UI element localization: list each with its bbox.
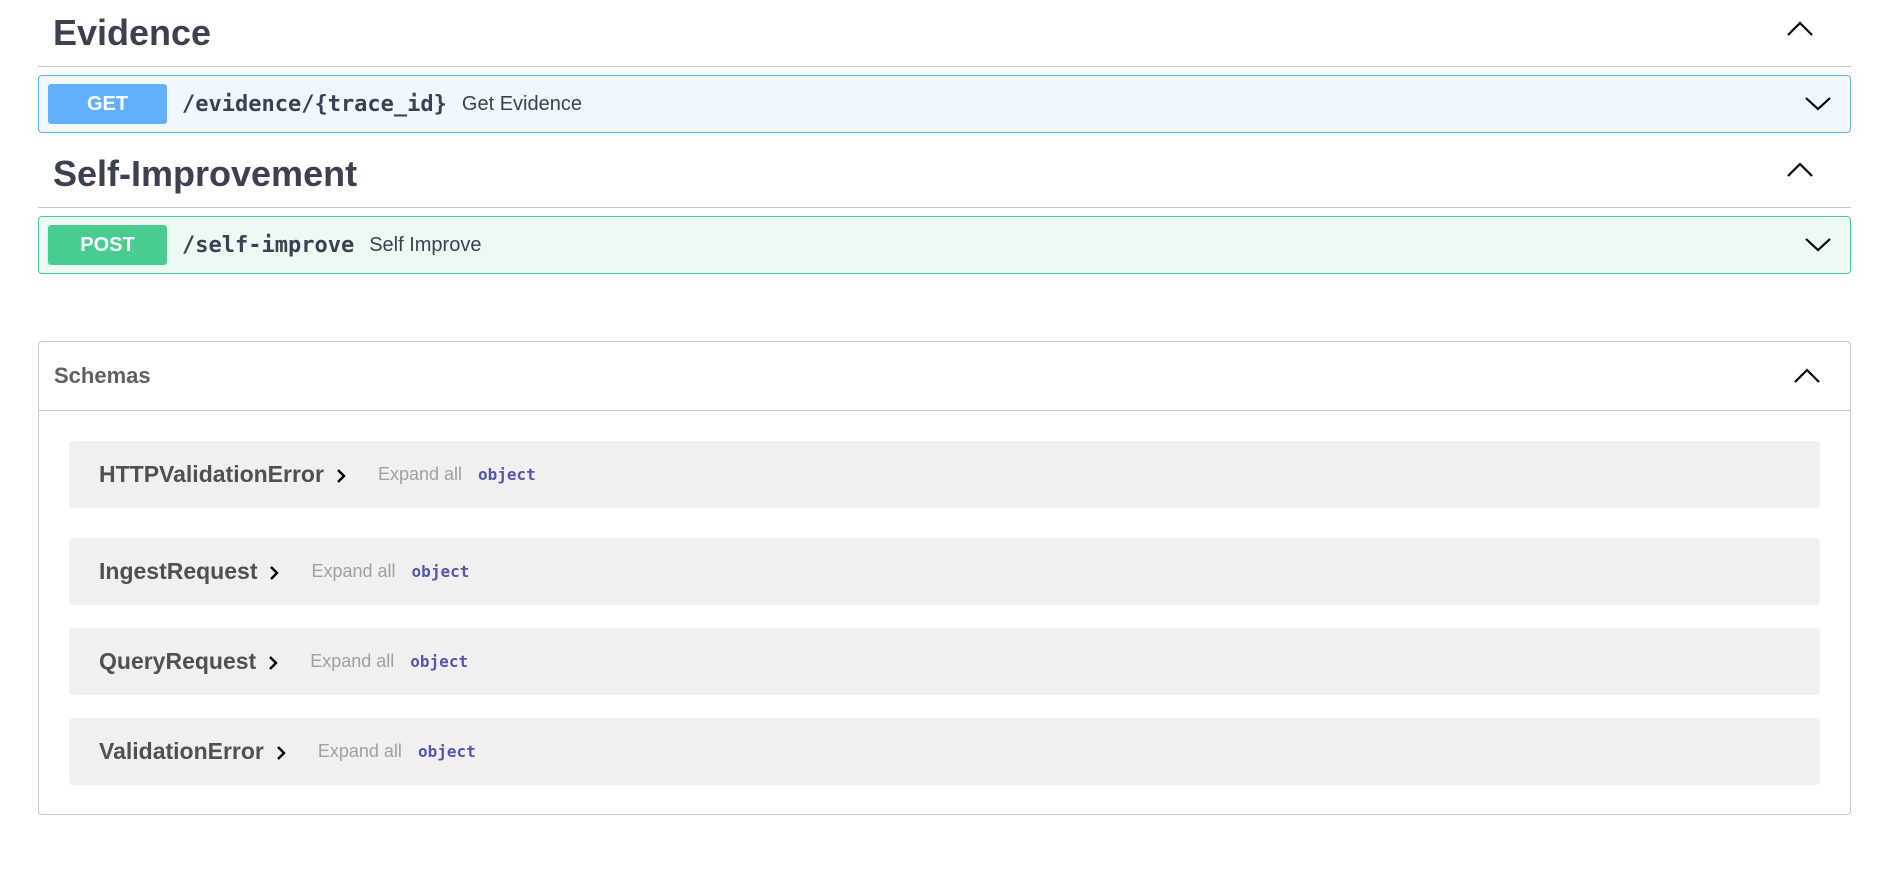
model-type: object [478,465,536,484]
chevron-right-icon[interactable] [274,744,288,762]
tag-section-evidence: Evidence GET /evidence/{trace_id} Get Ev… [38,0,1851,133]
model-type: object [410,652,469,671]
tag-header-self-improvement[interactable]: Self-Improvement [38,141,1851,208]
chevron-right-icon[interactable] [267,564,281,582]
schemas-header[interactable]: Schemas [39,342,1850,411]
expand-all-button[interactable]: Expand all [378,464,462,485]
tag-title: Self-Improvement [53,153,358,194]
chevron-down-icon[interactable] [1804,92,1832,116]
tag-header-evidence[interactable]: Evidence [38,0,1851,67]
operation-summary: Self Improve [369,233,482,256]
operation-get-evidence[interactable]: GET /evidence/{trace_id} Get Evidence [38,75,1851,133]
operation-path: /evidence/{trace_id} [182,91,447,117]
schemas-title: Schemas [54,363,151,388]
model-name: QueryRequest [99,648,257,674]
expand-all-button[interactable]: Expand all [318,741,402,762]
chevron-up-icon[interactable] [1785,157,1815,181]
model-type: object [411,562,470,581]
chevron-right-icon[interactable] [334,467,348,485]
tag-section-self-improvement: Self-Improvement POST /self-improve Self… [38,141,1851,274]
model-ingestrequest[interactable]: IngestRequest Expand all object [69,538,1820,605]
operation-summary: Get Evidence [461,92,582,115]
model-name: HTTPValidationError [99,461,324,487]
expand-all-button[interactable]: Expand all [311,561,395,582]
method-badge: POST [48,225,167,265]
chevron-up-icon[interactable] [1785,16,1815,40]
model-type: object [417,742,476,761]
expand-all-button[interactable]: Expand all [310,651,394,672]
schemas-section: Schemas HTTPValidationError Expand all o… [38,341,1851,815]
model-validationerror[interactable]: ValidationError Expand all object [69,718,1820,785]
operation-path: /self-improve [182,232,355,258]
chevron-up-icon[interactable] [1792,363,1822,387]
chevron-down-icon[interactable] [1804,233,1832,257]
model-httpvalidationerror[interactable]: HTTPValidationError Expand all object [69,441,1820,508]
swagger-content: Evidence GET /evidence/{trace_id} Get Ev… [38,0,1851,815]
tag-title: Evidence [53,12,212,53]
model-name: IngestRequest [99,558,258,584]
method-badge: GET [48,84,167,124]
chevron-right-icon[interactable] [266,654,280,672]
operation-post-self-improve[interactable]: POST /self-improve Self Improve [38,216,1851,274]
model-queryrequest[interactable]: QueryRequest Expand all object [69,628,1820,695]
model-name: ValidationError [99,738,264,764]
